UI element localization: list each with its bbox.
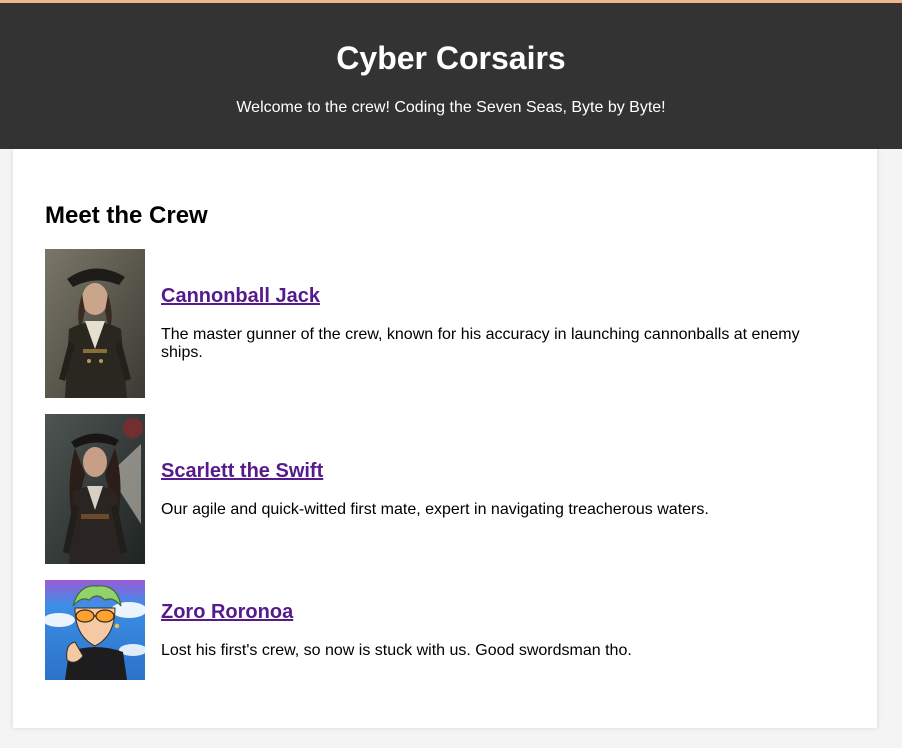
crew-member-name-link[interactable]: Scarlett the Swift: [161, 459, 323, 483]
crew-section: Meet the Crew Cannonball Jack The master…: [13, 149, 877, 728]
crew-member-description: The master gunner of the crew, known for…: [161, 326, 800, 361]
zoro-roronoa-portrait: [45, 580, 145, 680]
site-title: Cyber Corsairs: [336, 40, 566, 76]
scarlett-the-swift-portrait: [45, 414, 145, 564]
site-header: Cyber Corsairs Welcome to the crew! Codi…: [0, 3, 902, 149]
crew-member-description: Our agile and quick-witted first mate, e…: [161, 501, 709, 518]
crew-member-cannonball-jack: Cannonball Jack The master gunner of the…: [45, 249, 845, 398]
cannonball-jack-portrait: [45, 249, 145, 398]
crew-member-description: Lost his first's crew, so now is stuck w…: [161, 642, 632, 659]
crew-member-name-link[interactable]: Cannonball Jack: [161, 284, 320, 308]
section-heading: Meet the Crew: [45, 202, 208, 229]
crew-member-name-link[interactable]: Zoro Roronoa: [161, 600, 293, 624]
crew-member-scarlett-the-swift: Scarlett the Swift Our agile and quick-w…: [45, 414, 845, 564]
crew-member-zoro-roronoa: Zoro Roronoa Lost his first's crew, so n…: [45, 580, 845, 680]
site-tagline: Welcome to the crew! Coding the Seven Se…: [236, 99, 666, 116]
